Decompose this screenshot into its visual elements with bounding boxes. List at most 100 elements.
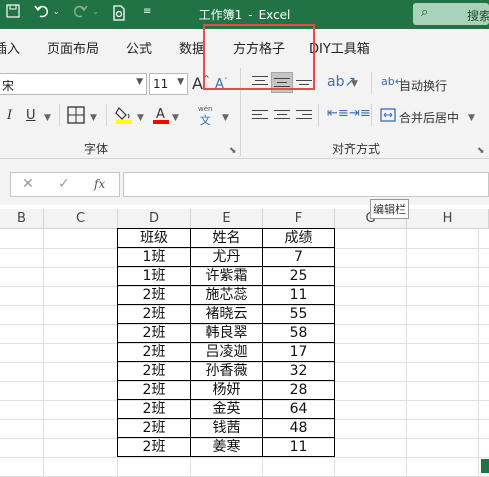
cell-score[interactable]: 32 [262, 361, 335, 381]
merge-dropdown-icon[interactable]: ▼ [468, 113, 475, 123]
divider [106, 104, 107, 126]
font-group-label: 字体 [84, 142, 109, 156]
formula-input[interactable] [123, 172, 489, 197]
cell-name[interactable]: 褚晓云 [190, 304, 263, 324]
underline-button[interactable]: U [26, 108, 36, 123]
font-dialog-launcher-icon[interactable]: ⬊ [229, 146, 237, 156]
merge-center-button[interactable]: 合并后居中 [399, 109, 459, 126]
cell-class[interactable]: 2班 [117, 323, 191, 343]
fill-color-icon[interactable] [115, 105, 133, 129]
cell-class[interactable]: 1班 [117, 247, 191, 267]
table-row: 2班 孙香薇 32 [117, 361, 335, 381]
phonetic-guide-icon[interactable]: wén 文 [198, 105, 212, 128]
cell-name[interactable]: 杨妍 [190, 380, 263, 400]
cell-score[interactable]: 7 [262, 247, 335, 267]
column-header-b[interactable]: B [0, 209, 44, 229]
font-name-combo[interactable]: 宋 ▼ [0, 73, 147, 95]
cell-class[interactable]: 2班 [117, 361, 191, 381]
increase-indent-icon[interactable]: ⇥≡ [349, 106, 371, 121]
table-row: 2班 韩良翠 58 [117, 323, 335, 343]
cell-name[interactable]: 姜寒 [190, 437, 263, 457]
cell-score[interactable]: 48 [262, 418, 335, 438]
divider [371, 72, 372, 94]
svg-text:A: A [156, 107, 165, 122]
table-row: 2班 褚晓云 55 [117, 304, 335, 324]
column-header-f[interactable]: F [263, 209, 335, 229]
cell-score[interactable]: 55 [262, 304, 335, 324]
tab-diy-toolbox[interactable]: DIY工具箱 [309, 38, 370, 57]
cell-class[interactable]: 2班 [117, 437, 191, 457]
cell-score[interactable]: 64 [262, 399, 335, 419]
data-table: 班级 姓名 成绩 1班 尤丹 7 1班 许紫霜 25 2班 施芯蕊 11 2班 褚晓云 55 2… [117, 228, 335, 457]
decrease-indent-icon[interactable]: ⇤≡ [327, 106, 349, 121]
cell-name[interactable]: 孙香薇 [190, 361, 263, 381]
column-header-h[interactable]: H [407, 209, 489, 229]
align-left-icon[interactable] [252, 110, 268, 124]
table-row: 2班 钱茜 48 [117, 418, 335, 438]
cell-score[interactable]: 58 [262, 323, 335, 343]
tab-data[interactable]: 数据 [179, 38, 205, 57]
cell-class[interactable]: 2班 [117, 418, 191, 438]
table-header-cell[interactable]: 姓名 [190, 228, 263, 248]
cell-name[interactable]: 许紫霜 [190, 266, 263, 286]
sheet-scroll-indicator[interactable] [481, 459, 489, 473]
cell-name[interactable]: 施芯蕊 [190, 285, 263, 305]
cell-class[interactable]: 2班 [117, 285, 191, 305]
alignment-dialog-launcher-icon[interactable]: ⬊ [477, 146, 485, 156]
phonetic-bottom: 文 [199, 114, 211, 127]
cell-score[interactable]: 17 [262, 342, 335, 362]
cell-class[interactable]: 2班 [117, 380, 191, 400]
column-header-c[interactable]: C [44, 209, 118, 229]
font-size-value: 11 [153, 77, 169, 91]
phonetic-dropdown-icon[interactable]: ▼ [222, 113, 229, 123]
cell-name[interactable]: 钱茜 [190, 418, 263, 438]
table-header-row: 班级 姓名 成绩 [117, 228, 335, 248]
cell-name[interactable]: 韩良翠 [190, 323, 263, 343]
font-color-icon[interactable]: A [152, 105, 170, 129]
cell-score[interactable]: 11 [262, 437, 335, 457]
column-header-e[interactable]: E [191, 209, 263, 229]
wrap-text-button[interactable]: 自动换行 [399, 77, 447, 94]
app-name: Excel [258, 8, 291, 22]
cell-class[interactable]: 2班 [117, 399, 191, 419]
merge-center-icon[interactable] [380, 107, 396, 127]
table-row: 2班 金英 64 [117, 399, 335, 419]
fill-color-dropdown-icon[interactable]: ▼ [137, 113, 144, 123]
cell-name[interactable]: 金英 [190, 399, 263, 419]
table-header-cell[interactable]: 班级 [117, 228, 191, 248]
alignment-group-label: 对齐方式 [332, 142, 381, 156]
insert-function-button[interactable]: fx [94, 177, 105, 191]
search-box[interactable]: ⌕ 搜索 [413, 3, 489, 25]
font-name-value: 宋 [2, 79, 15, 93]
document-name: 工作簿1 [198, 8, 243, 22]
table-header-cell[interactable]: 成绩 [262, 228, 335, 248]
cell-class[interactable]: 2班 [117, 304, 191, 324]
cell-score[interactable]: 25 [262, 266, 335, 286]
underline-dropdown-icon[interactable]: ▼ [44, 113, 51, 123]
tab-formulas[interactable]: 公式 [126, 38, 152, 57]
column-header-d[interactable]: D [118, 209, 191, 229]
formula-bar-tooltip: 编辑栏 [370, 199, 409, 219]
tab-page-layout[interactable]: 页面布局 [47, 38, 99, 57]
table-row: 1班 许紫霜 25 [117, 266, 335, 286]
cell-score[interactable]: 11 [262, 285, 335, 305]
cancel-icon[interactable]: ✕ [22, 176, 34, 192]
cell-class[interactable]: 2班 [117, 342, 191, 362]
align-center-icon[interactable] [274, 110, 290, 124]
enter-icon[interactable]: ✓ [58, 176, 70, 192]
cell-name[interactable]: 吕凌迦 [190, 342, 263, 362]
table-row: 2班 吕凌迦 17 [117, 342, 335, 362]
align-right-icon[interactable] [296, 110, 312, 124]
orientation-dropdown-icon[interactable]: ▼ [351, 79, 358, 89]
title-separator: - [248, 8, 253, 22]
cell-name[interactable]: 尤丹 [190, 247, 263, 267]
borders-icon[interactable] [67, 106, 85, 128]
cell-class[interactable]: 1班 [117, 266, 191, 286]
borders-dropdown-icon[interactable]: ▼ [90, 113, 97, 123]
cell-score[interactable]: 28 [262, 380, 335, 400]
font-size-combo[interactable]: 11 ▼ [149, 73, 188, 95]
tab-insert[interactable]: 插入 [0, 38, 20, 57]
italic-button[interactable]: I [7, 108, 12, 123]
divider [371, 104, 372, 126]
font-color-dropdown-icon[interactable]: ▼ [172, 113, 179, 123]
